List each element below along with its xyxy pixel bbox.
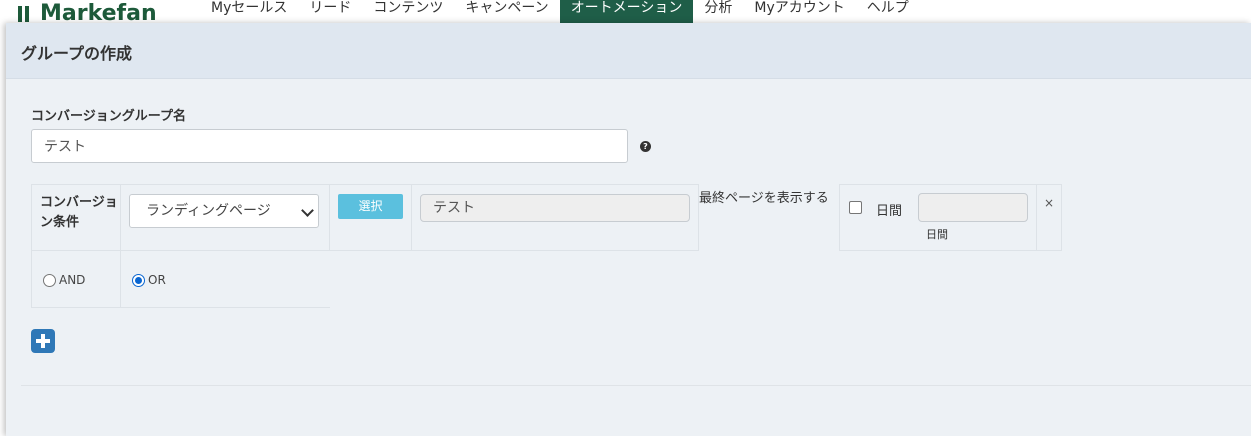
footer-divider: [21, 385, 1251, 386]
select-page-button[interactable]: 選択: [338, 194, 403, 219]
condition-type-select[interactable]: ランディングページ: [129, 194, 319, 228]
or-radio[interactable]: [132, 274, 145, 287]
nav-item-analytics[interactable]: 分析: [693, 0, 743, 23]
nav-item-help[interactable]: ヘルプ: [856, 0, 920, 23]
nav-item-contents[interactable]: コンテンツ: [362, 0, 454, 23]
logo-text: Markefan: [40, 0, 157, 24]
remove-condition-button[interactable]: ×: [1044, 196, 1054, 210]
group-name-label: コンバージョングループ名: [31, 109, 186, 124]
nav-item-my-account[interactable]: Myアカウント: [743, 0, 855, 23]
days-checkbox[interactable]: [849, 201, 862, 214]
nav-item-my-sales[interactable]: Myセールス: [200, 0, 298, 23]
chevron-down-icon: [301, 204, 314, 217]
nav-item-leads[interactable]: リード: [298, 0, 362, 23]
last-page-label: 最終ページを表示する: [699, 191, 829, 206]
logo-icon: [16, 4, 36, 22]
days-input: [918, 193, 1028, 222]
days-sublabel: 日間: [926, 228, 948, 241]
or-label: OR: [148, 273, 166, 287]
page-value-field: テスト: [420, 194, 690, 222]
and-radio[interactable]: [43, 274, 56, 287]
app-logo[interactable]: Markefan: [16, 0, 157, 24]
nav-item-campaign[interactable]: キャンペーン: [454, 0, 559, 23]
and-label: AND: [59, 273, 86, 287]
create-group-modal: グループの作成 コンバージョングループ名 ? コンバージョン条件 ランディングペ…: [6, 23, 1251, 436]
condition-label: コンバージョン条件: [31, 184, 121, 251]
days-label: 日間: [876, 204, 903, 219]
app-navbar: Markefan Myセールス リード コンテンツ キャンペーン オートメーショ…: [0, 0, 1251, 23]
plus-square-icon[interactable]: [31, 329, 55, 353]
group-name-input[interactable]: [31, 129, 628, 163]
remove-cell: [1036, 184, 1062, 251]
modal-title: グループの作成: [21, 44, 133, 63]
main-nav: Myセールス リード コンテンツ キャンペーン オートメーション 分析 Myアカ…: [200, 0, 920, 23]
condition-type-value: ランディングページ: [146, 203, 271, 219]
question-circle-icon[interactable]: ?: [640, 141, 651, 152]
nav-item-automation[interactable]: オートメーション: [559, 0, 694, 23]
modal-header: グループの作成: [6, 23, 1251, 79]
